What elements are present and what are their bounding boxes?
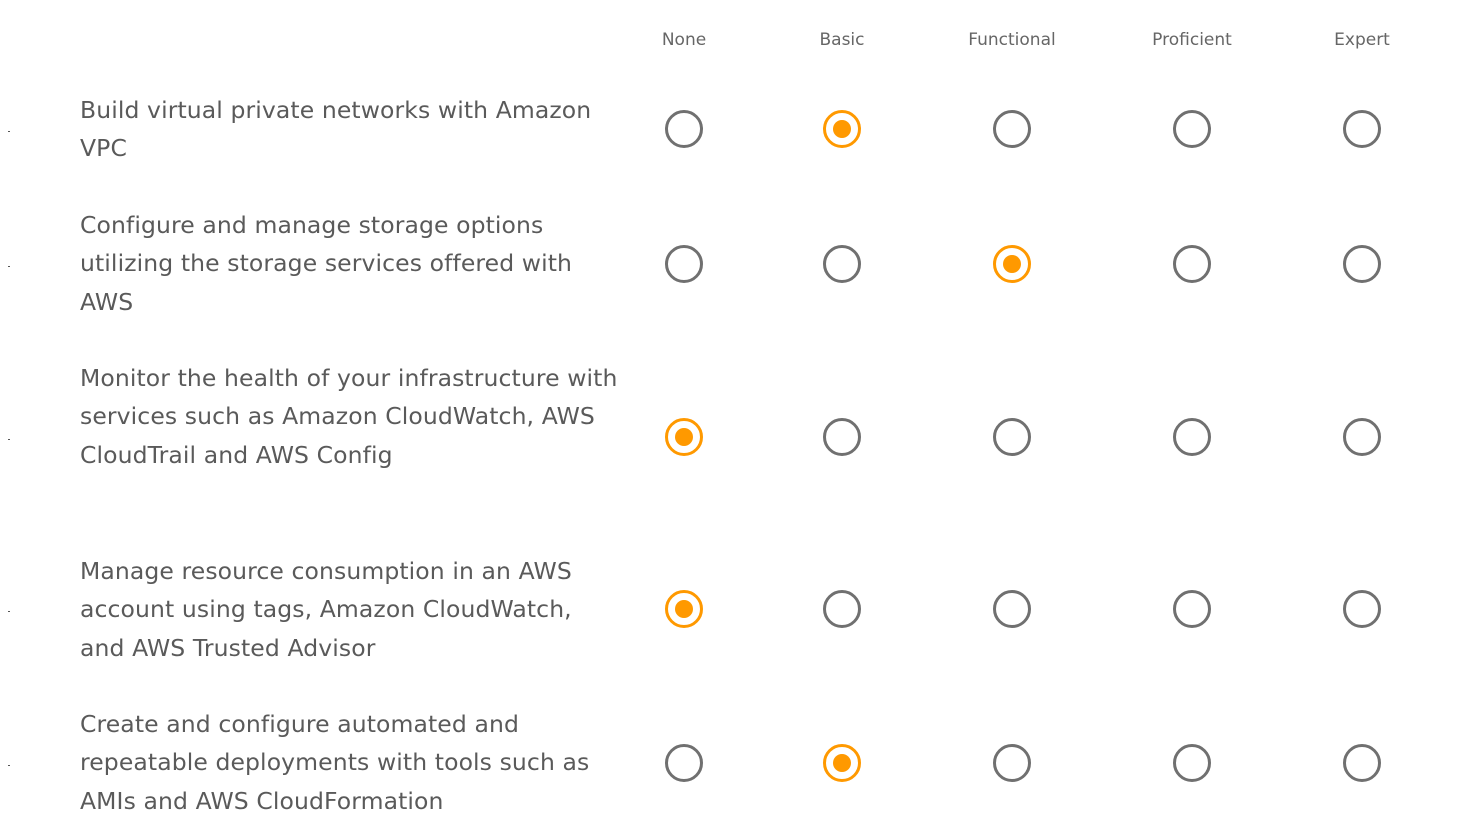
- radio-basic[interactable]: [823, 245, 861, 283]
- radio-none[interactable]: [665, 110, 703, 148]
- radio-proficient[interactable]: [1173, 590, 1211, 628]
- row-marker: [8, 266, 10, 267]
- radio-proficient[interactable]: [1173, 110, 1211, 148]
- column-header-basic: Basic: [819, 30, 865, 50]
- radio-functional[interactable]: [993, 590, 1031, 628]
- radio-expert[interactable]: [1343, 245, 1381, 283]
- radio-proficient[interactable]: [1173, 245, 1211, 283]
- skill-label: Create and configure automated and repea…: [80, 710, 590, 815]
- skill-label: Manage resource consumption in an AWS ac…: [80, 557, 572, 662]
- radio-functional[interactable]: [993, 245, 1031, 283]
- row-marker: [8, 439, 10, 440]
- radio-basic[interactable]: [823, 110, 861, 148]
- radio-expert[interactable]: [1343, 418, 1381, 456]
- column-header-expert: Expert: [1334, 30, 1390, 50]
- row-marker: [8, 131, 10, 132]
- radio-proficient[interactable]: [1173, 418, 1211, 456]
- skill-label: Build virtual private networks with Amaz…: [80, 96, 592, 163]
- radio-selected-dot: [833, 120, 851, 138]
- radio-functional[interactable]: [993, 418, 1031, 456]
- column-header-proficient: Proficient: [1152, 30, 1232, 50]
- radio-basic[interactable]: [823, 590, 861, 628]
- skill-label: Monitor the health of your infrastructur…: [80, 364, 618, 469]
- radio-selected-dot: [1003, 255, 1021, 273]
- radio-expert[interactable]: [1343, 110, 1381, 148]
- radio-functional[interactable]: [993, 110, 1031, 148]
- column-header-none: None: [661, 30, 707, 50]
- radio-selected-dot: [675, 600, 693, 618]
- radio-selected-dot: [833, 754, 851, 772]
- radio-expert[interactable]: [1343, 744, 1381, 782]
- radio-none[interactable]: [665, 744, 703, 782]
- skill-label: Configure and manage storage options uti…: [80, 211, 573, 316]
- column-header-functional: Functional: [968, 30, 1056, 50]
- row-marker: [8, 765, 10, 766]
- radio-expert[interactable]: [1343, 590, 1381, 628]
- radio-basic[interactable]: [823, 418, 861, 456]
- radio-selected-dot: [675, 428, 693, 446]
- radio-proficient[interactable]: [1173, 744, 1211, 782]
- radio-none[interactable]: [665, 590, 703, 628]
- row-marker: [8, 611, 10, 612]
- radio-none[interactable]: [665, 418, 703, 456]
- radio-none[interactable]: [665, 245, 703, 283]
- radio-basic[interactable]: [823, 744, 861, 782]
- radio-functional[interactable]: [993, 744, 1031, 782]
